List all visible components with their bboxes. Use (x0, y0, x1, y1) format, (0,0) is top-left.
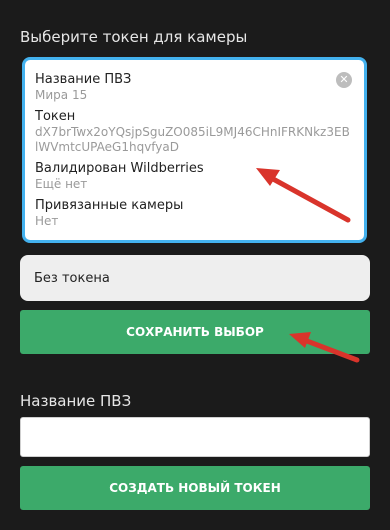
close-circle-icon[interactable]: ✕ (336, 72, 352, 88)
no-token-label: Без токена (34, 270, 110, 286)
field-label: Токен (35, 109, 76, 124)
pvz-name-label: Название ПВЗ (20, 392, 132, 410)
field-label: Название ПВЗ (35, 72, 132, 87)
create-token-button[interactable]: СОЗДАТЬ НОВЫЙ ТОКЕН (20, 466, 370, 510)
no-token-option[interactable]: Без токена (20, 255, 370, 301)
field-value: dX7brTwx2oYQsjpSguZO085iL9MJ46CHnIFRKNkz… (35, 125, 350, 154)
annotation-arrow-icon (256, 168, 351, 223)
field-value: Мира 15 (35, 88, 88, 102)
pvz-name-input[interactable] (20, 417, 370, 457)
token-field-token: Токен dX7brTwx2oYQsjpSguZO085iL9MJ46CHnI… (35, 109, 352, 155)
annotation-arrow-icon (289, 332, 360, 363)
token-field-pvz-name: Название ПВЗ Мира 15 (35, 72, 352, 103)
token-selection-page: Выберите токен для камеры Название ПВЗ М… (0, 0, 390, 530)
section-title: Выберите токен для камеры (20, 28, 248, 46)
